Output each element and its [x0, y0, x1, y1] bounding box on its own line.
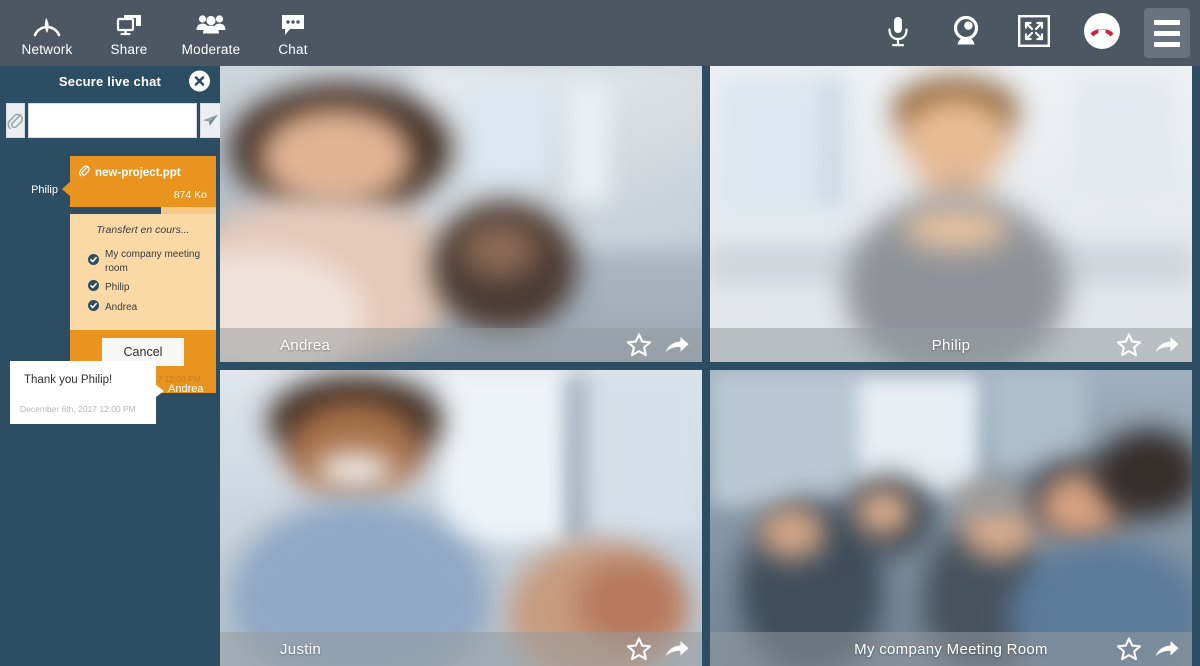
check-circle-icon [88, 300, 99, 316]
video-stream-justin [220, 370, 702, 666]
video-stream-philip [710, 66, 1192, 362]
chat-composer [0, 96, 221, 140]
star-icon[interactable] [626, 333, 652, 358]
fullscreen-button[interactable] [1008, 7, 1060, 59]
toolbar-button-moderate[interactable]: Moderate [170, 0, 252, 66]
top-toolbar: Network Share Moderate Chat [0, 0, 1200, 66]
video-tile-philip[interactable]: Philip [710, 66, 1192, 362]
transfer-progress-track [70, 207, 216, 214]
video-tile-name: Justin [280, 640, 321, 658]
transfer-status-text: Transfert en cours... [96, 224, 190, 236]
transfer-recipient-row: Andrea [80, 298, 206, 318]
toolbar-label-network: Network [21, 41, 73, 57]
transfer-caret [62, 182, 70, 196]
close-icon[interactable] [189, 70, 210, 92]
message-caret [156, 385, 164, 397]
forward-arrow-icon[interactable] [664, 638, 690, 660]
microphone-button[interactable] [872, 7, 924, 59]
video-grid: Andrea Philip Justin My company Meeting … [220, 66, 1200, 666]
menu-bar-3 [1154, 41, 1180, 47]
chat-input[interactable] [28, 102, 197, 138]
paperclip-icon[interactable] [6, 102, 25, 138]
video-tile-name: Philip [931, 336, 971, 354]
chat-title: Secure live chat [58, 73, 162, 89]
message-text: Thank you Philip! [24, 374, 113, 386]
video-tile-name: My company Meeting Room [854, 640, 1048, 658]
toolbar-label-moderate: Moderate [181, 41, 241, 57]
transfer-filename-row: new-project.ppt [79, 164, 207, 181]
menu-bar-2 [1154, 30, 1180, 36]
star-icon[interactable] [1116, 333, 1142, 358]
star-icon[interactable] [1116, 637, 1142, 662]
webcam-icon [949, 14, 983, 53]
message-sender-label: Andrea [168, 383, 204, 395]
toolbar-button-share[interactable]: Share [88, 0, 170, 66]
paperclip-icon-small [79, 164, 90, 181]
hangup-icon [1081, 10, 1123, 57]
transfer-recipient-row: My company meeting room [80, 246, 206, 278]
video-stream-andrea [220, 66, 702, 362]
video-namebar-meeting-room: My company Meeting Room [710, 632, 1192, 666]
send-icon[interactable] [200, 102, 221, 138]
video-tile-actions [1116, 637, 1180, 662]
forward-arrow-icon[interactable] [1154, 334, 1180, 356]
chat-bubble-icon [278, 10, 308, 40]
transfer-sender-label: Philip [31, 184, 58, 196]
screen-share-icon [114, 10, 144, 40]
chat-header: Secure live chat [0, 66, 220, 96]
video-conference-app: Network Share Moderate Chat Secure live … [0, 0, 1200, 666]
video-tile-actions [626, 637, 690, 662]
check-circle-icon [88, 254, 99, 270]
chat-sidebar: Secure live chat Philip new-project.ppt … [0, 66, 221, 666]
transfer-recipient-name: My company meeting room [105, 249, 201, 274]
webcam-button[interactable] [940, 7, 992, 59]
forward-arrow-icon[interactable] [664, 334, 690, 356]
video-tile-meeting-room[interactable]: My company Meeting Room [710, 370, 1192, 666]
gauge-icon [32, 10, 62, 40]
video-stream-meeting-room [710, 370, 1192, 666]
video-tile-justin[interactable]: Justin [220, 370, 702, 666]
video-namebar-justin: Justin [220, 632, 702, 666]
transfer-filename: new-project.ppt [95, 166, 181, 179]
menu-bar-1 [1154, 19, 1180, 25]
check-circle-icon [88, 280, 99, 296]
transfer-card-body: Transfert en cours... My company meeting… [70, 214, 216, 330]
message-timestamp: December 6th, 2017 12:00 PM [20, 404, 136, 414]
chat-message: Thank you Philip! December 6th, 2017 12:… [10, 361, 220, 424]
message-bubble: Thank you Philip! December 6th, 2017 12:… [10, 361, 156, 424]
star-icon[interactable] [626, 637, 652, 662]
toolbar-left-group: Network Share Moderate Chat [0, 0, 334, 66]
video-tile-name: Andrea [280, 336, 331, 354]
video-namebar-andrea: Andrea [220, 328, 702, 362]
video-tile-actions [626, 333, 690, 358]
file-transfer-card: new-project.ppt 874 Ko Transfert en cour… [70, 156, 216, 393]
toolbar-button-network[interactable]: Network [6, 0, 88, 66]
file-transfer-message: Philip new-project.ppt 874 Ko Transfert … [0, 156, 220, 393]
toolbar-right-group [872, 0, 1200, 66]
hangup-button[interactable] [1076, 7, 1128, 59]
fullscreen-icon [1017, 14, 1051, 53]
transfer-filesize: 874 Ko [173, 189, 207, 201]
toolbar-label-share: Share [110, 41, 148, 57]
transfer-recipient-row: Philip [80, 278, 206, 298]
transfer-recipient-name: Philip [105, 282, 130, 293]
transfer-progress-fill [70, 207, 161, 214]
video-namebar-philip: Philip [710, 328, 1192, 362]
transfer-card-header: new-project.ppt 874 Ko [70, 156, 216, 207]
transfer-recipient-name: Andrea [105, 302, 138, 313]
microphone-icon [883, 14, 913, 53]
toolbar-label-chat: Chat [278, 41, 308, 57]
toolbar-button-chat[interactable]: Chat [252, 0, 334, 66]
forward-arrow-icon[interactable] [1154, 638, 1180, 660]
people-group-icon [195, 10, 227, 40]
video-tile-actions [1116, 333, 1180, 358]
menu-button[interactable] [1144, 8, 1190, 58]
video-tile-andrea[interactable]: Andrea [220, 66, 702, 362]
